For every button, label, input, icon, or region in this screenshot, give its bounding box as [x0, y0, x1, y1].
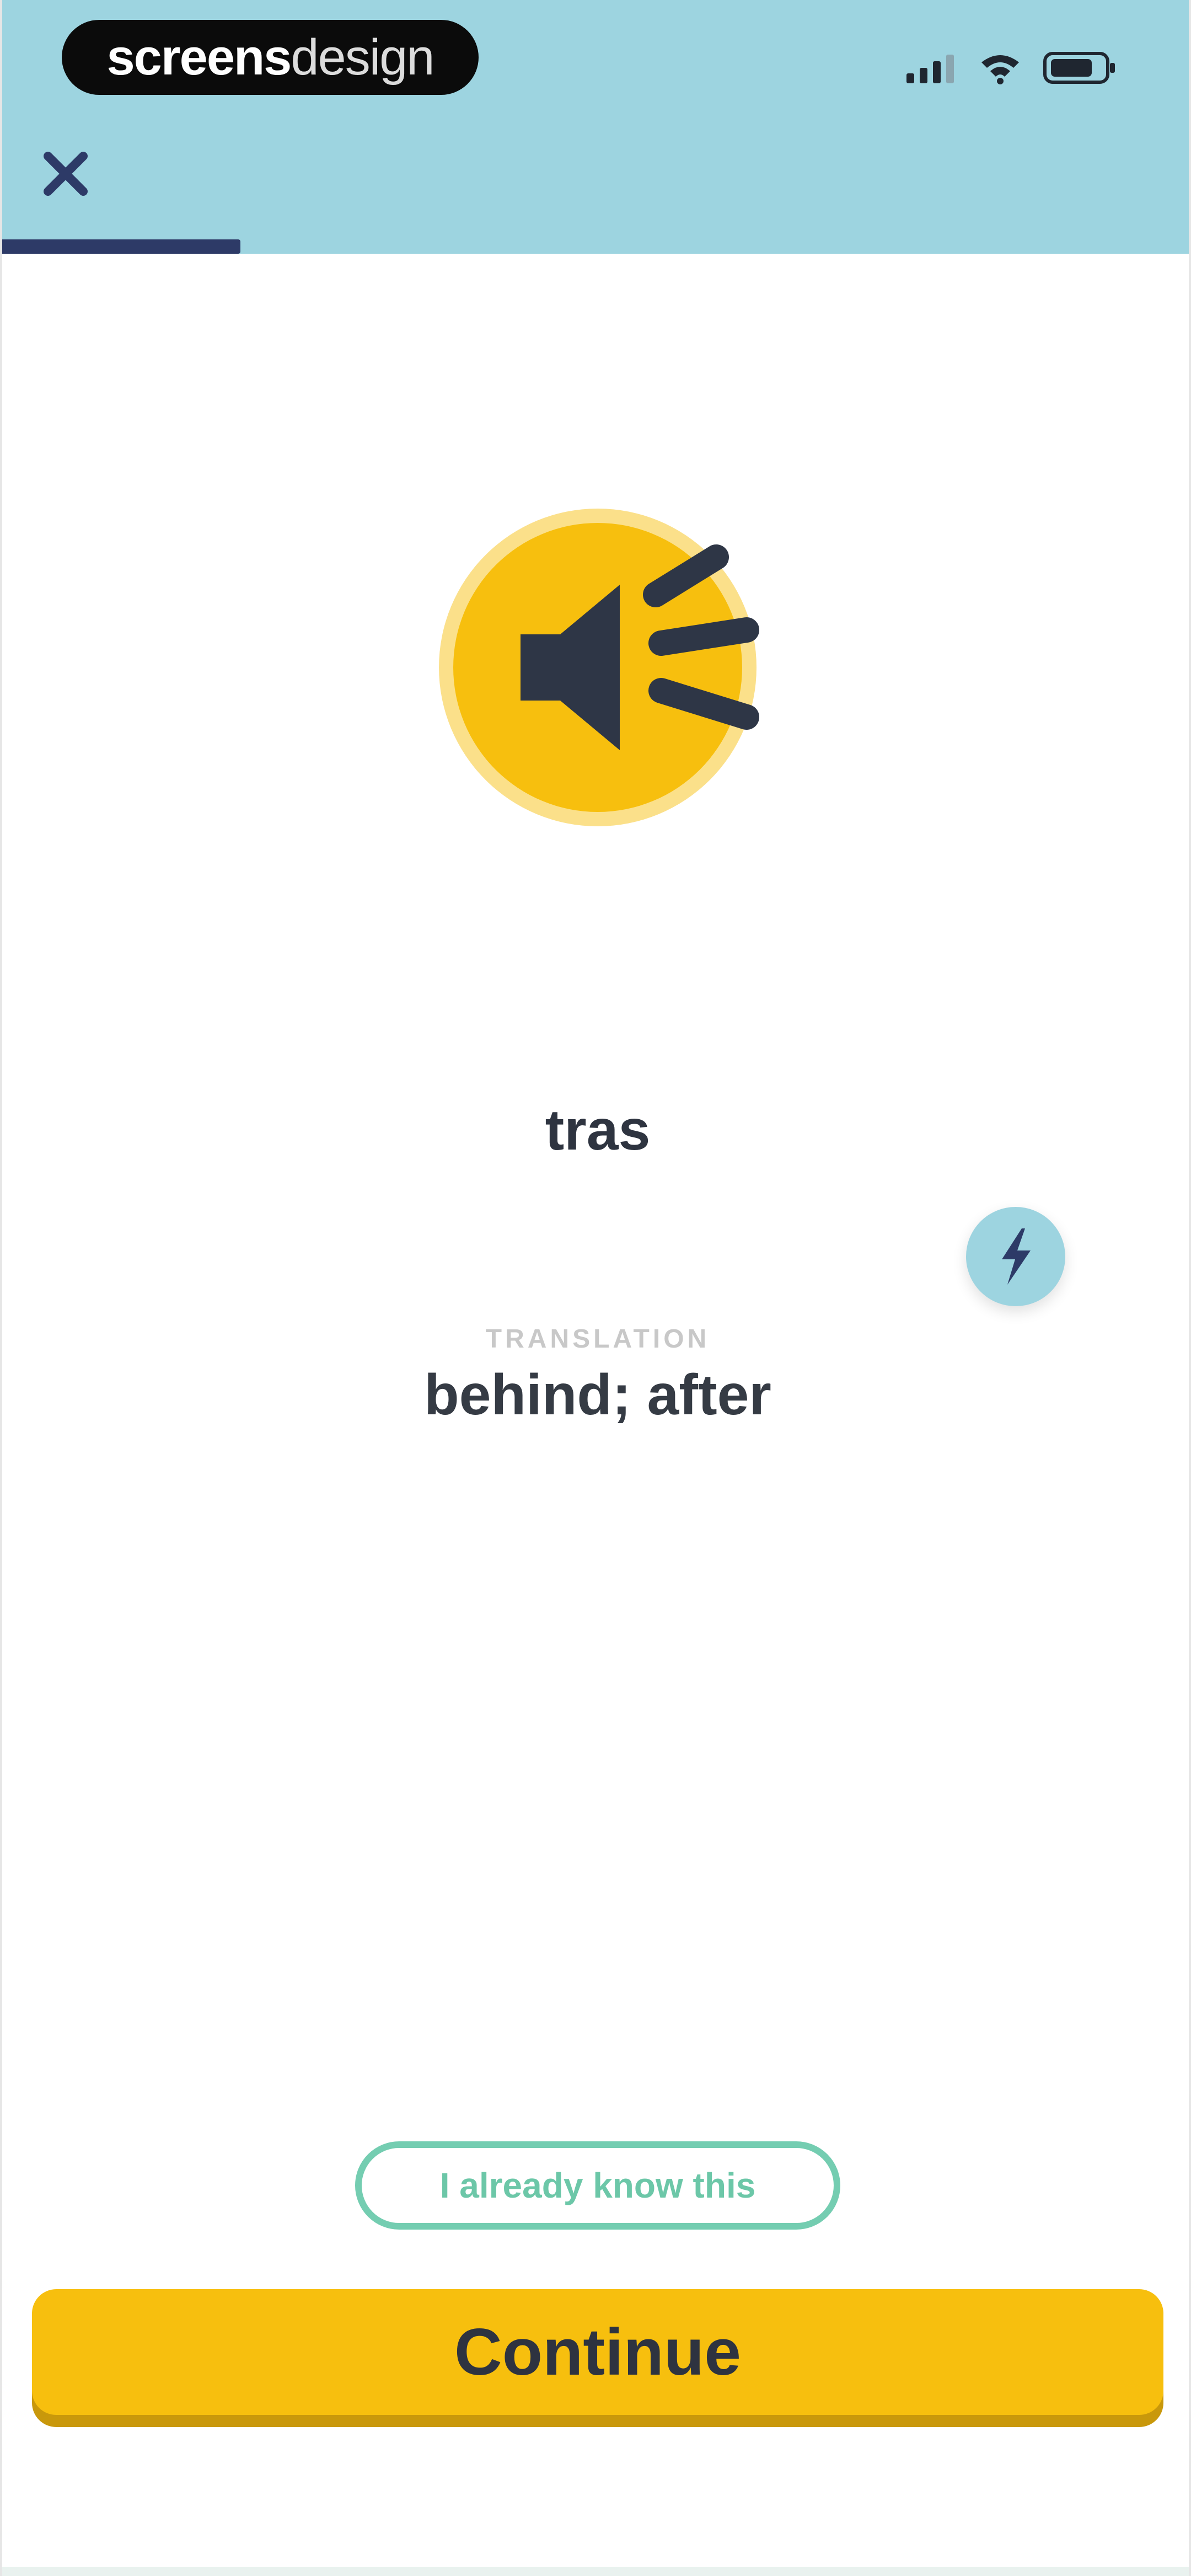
screensdesign-logo: screensdesign — [62, 20, 479, 95]
lightning-bolt-icon — [1002, 1228, 1031, 1285]
header-bar: screensdesign — [2, 0, 1189, 254]
lesson-progress-bar — [2, 239, 1189, 254]
logo-text-design: design — [291, 29, 434, 85]
translation-label: TRANSLATION — [485, 1324, 710, 1354]
bottom-edge — [2, 2567, 1189, 2576]
translation-text: behind; after — [424, 1363, 771, 1427]
close-icon — [44, 152, 88, 196]
close-button[interactable] — [35, 143, 96, 204]
boost-button[interactable] — [966, 1207, 1065, 1306]
status-bar — [904, 49, 1116, 87]
continue-button[interactable]: Continue — [32, 2289, 1163, 2415]
lesson-screen: screensdesign tras TRANSLATION behind; a… — [0, 0, 1191, 2576]
play-audio-button[interactable] — [438, 502, 769, 833]
vocabulary-word: tras — [545, 1098, 651, 1162]
wifi-icon — [981, 55, 1019, 84]
logo-text-screens: screens — [106, 29, 292, 85]
lesson-progress-fill — [2, 239, 240, 254]
speaker-icon — [439, 509, 759, 826]
already-know-button[interactable]: I already know this — [355, 2141, 840, 2230]
cellular-signal-icon — [906, 55, 954, 83]
battery-icon — [1043, 52, 1115, 84]
